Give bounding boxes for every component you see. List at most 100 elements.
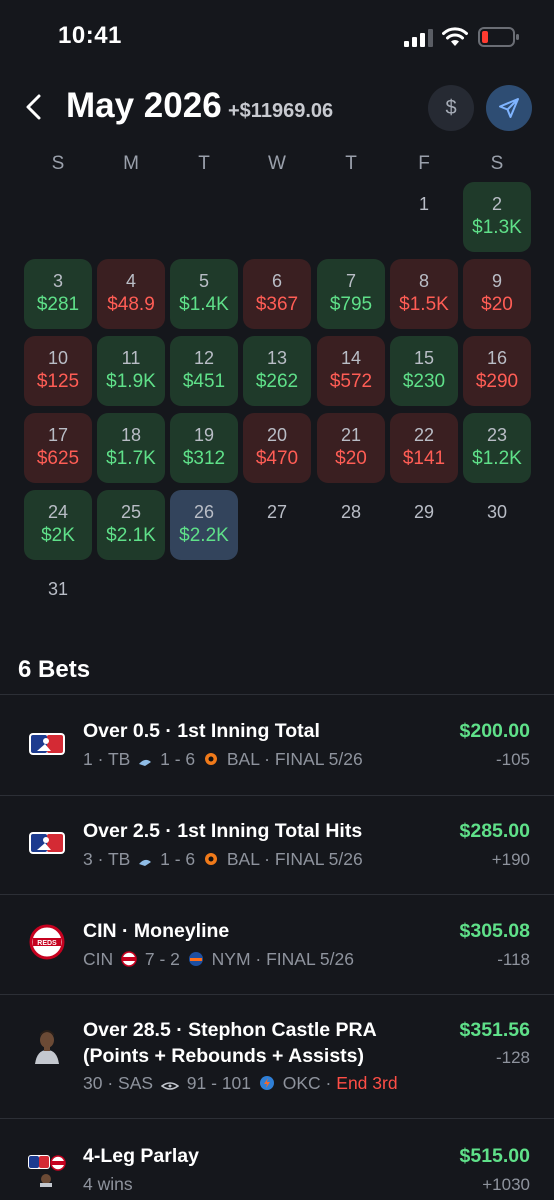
calendar-day-22[interactable]: 22 $141 (390, 413, 458, 483)
calendar-day-13[interactable]: 13 $262 (243, 336, 311, 406)
bet-sub-right: OKC · (282, 1073, 332, 1093)
dollar-icon: $ (445, 96, 457, 119)
calendar-day-8[interactable]: 8 $1.5K (390, 259, 458, 329)
calendar-day-19[interactable]: 19 $312 (170, 413, 238, 483)
calendar-day-1[interactable]: 1 (390, 182, 458, 252)
bet-subtitle: 4 wins (83, 1174, 133, 1195)
day-number: 24 (47, 502, 69, 522)
day-amount: $48.9 (107, 294, 155, 315)
calendar-day-15[interactable]: 15 $230 (390, 336, 458, 406)
share-button[interactable] (486, 85, 532, 131)
calendar-day-7[interactable]: 7 $795 (317, 259, 385, 329)
bet-subtitle: 30 · SAS 91 - 101 OKC · End 3rd (83, 1073, 398, 1096)
bet-odds: +190 (491, 850, 530, 869)
calendar-day-11[interactable]: 11 $1.9K (97, 336, 165, 406)
bet-title-line2: (Points + Rebounds + Assists) (83, 1045, 364, 1067)
spurs-logo-icon (160, 1075, 180, 1096)
day-amount: $1.4K (179, 294, 229, 315)
page-title: May 2026 (66, 86, 222, 125)
calendar-day-3[interactable]: 3 $281 (24, 259, 92, 329)
day-number: 8 (418, 271, 429, 291)
day-amount: $1.7K (106, 448, 156, 469)
weekday-label: T (345, 153, 357, 174)
calendar-day-17[interactable]: 17 $625 (24, 413, 92, 483)
bet-row[interactable]: Over 2.5 · 1st Inning Total Hits 3 · TB … (0, 796, 554, 894)
calendar-day-25[interactable]: 25 $2.1K (97, 490, 165, 560)
calendar-day-27[interactable]: 27 (243, 490, 311, 560)
bet-score: 7 - 2 (144, 949, 180, 969)
day-number: 3 (52, 271, 63, 291)
calendar-day-16[interactable]: 16 $290 (463, 336, 531, 406)
live-status: End 3rd (336, 1073, 398, 1093)
calendar-day-12[interactable]: 12 $451 (170, 336, 238, 406)
day-amount: $1.2K (472, 448, 522, 469)
day-number: 21 (340, 425, 362, 445)
day-number: 12 (193, 348, 215, 368)
bet-sub-left: 1 · TB (83, 749, 131, 769)
bet-sub-left: 3 · TB (83, 849, 131, 869)
calendar-day-30[interactable]: 30 (463, 490, 531, 560)
day-number: 31 (47, 579, 69, 599)
bet-row[interactable]: 4-Leg Parlay 4 wins $515.00 +1030 (0, 1119, 554, 1200)
thunder-logo-icon (259, 1075, 275, 1096)
orioles-logo-icon (203, 751, 219, 772)
bet-score: 1 - 6 (160, 849, 196, 869)
bet-sub-left: CIN (83, 949, 114, 969)
calendar-day-14[interactable]: 14 $572 (317, 336, 385, 406)
calendar-day-21[interactable]: 21 $20 (317, 413, 385, 483)
svg-text:REDS: REDS (37, 940, 57, 947)
calendar-day-5[interactable]: 5 $1.4K (170, 259, 238, 329)
bet-sub-left: 4 wins (83, 1174, 133, 1194)
send-icon (499, 98, 519, 118)
bet-row[interactable]: Over 28.5 · Stephon Castle PRA (Points +… (0, 995, 554, 1118)
wifi-icon (442, 27, 468, 46)
calendar-day-28[interactable]: 28 (317, 490, 385, 560)
reds-logo-icon: REDS (28, 923, 66, 961)
day-number: 27 (266, 502, 288, 522)
bet-amount: $305.08 (459, 920, 531, 942)
day-number: 13 (266, 348, 288, 368)
calendar-day-29[interactable]: 29 (390, 490, 458, 560)
parlay-logos-icon (28, 1149, 66, 1187)
calendar-day-18[interactable]: 18 $1.7K (97, 413, 165, 483)
bet-title: Over 0.5 · 1st Inning Total (83, 720, 320, 742)
battery-low-icon (478, 27, 519, 47)
reds-mini-icon (121, 951, 137, 972)
bet-title: Over 28.5 · Stephon Castle PRA (83, 1019, 377, 1041)
day-amount: $1.9K (106, 371, 156, 392)
calendar-day-26[interactable]: 26 $2.2K (170, 490, 238, 560)
calendar-day-6[interactable]: 6 $367 (243, 259, 311, 329)
day-number: 17 (47, 425, 69, 445)
calendar-day-9[interactable]: 9 $20 (463, 259, 531, 329)
calendar-day-20[interactable]: 20 $470 (243, 413, 311, 483)
bet-amount: $351.56 (459, 1019, 531, 1041)
bet-row[interactable]: REDS CIN · Moneyline CIN 7 - 2 NYM · FIN… (0, 895, 554, 994)
day-number: 20 (266, 425, 288, 445)
orioles-logo-icon (203, 851, 219, 872)
bet-row[interactable]: Over 0.5 · 1st Inning Total 1 · TB 1 - 6… (0, 695, 554, 795)
weekday-label: S (51, 153, 65, 174)
day-amount: $20 (481, 294, 513, 315)
day-number: 18 (120, 425, 142, 445)
weekday-label: T (198, 153, 210, 174)
day-amount: $470 (255, 448, 299, 469)
rays-logo-icon (138, 851, 152, 872)
bet-subtitle: CIN 7 - 2 NYM · FINAL 5/26 (83, 949, 354, 972)
calendar-day-24[interactable]: 24 $2K (24, 490, 92, 560)
calendar-day-10[interactable]: 10 $125 (24, 336, 92, 406)
day-number: 29 (413, 502, 435, 522)
calendar-day-2[interactable]: 2 $1.3K (463, 182, 531, 252)
day-amount: $451 (182, 371, 226, 392)
day-number: 16 (486, 348, 508, 368)
day-amount: $1.3K (472, 217, 522, 238)
day-amount: $2K (41, 525, 75, 546)
back-chevron-icon[interactable] (22, 92, 46, 122)
day-number: 10 (47, 348, 69, 368)
day-number: 4 (125, 271, 136, 291)
dollar-button[interactable]: $ (428, 85, 474, 131)
calendar-day-4[interactable]: 4 $48.9 (97, 259, 165, 329)
calendar-day-31[interactable]: 31 (24, 567, 92, 637)
status-time: 10:41 (58, 22, 122, 49)
calendar-day-23[interactable]: 23 $1.2K (463, 413, 531, 483)
bet-sub-right: NYM · FINAL 5/26 (211, 949, 354, 969)
